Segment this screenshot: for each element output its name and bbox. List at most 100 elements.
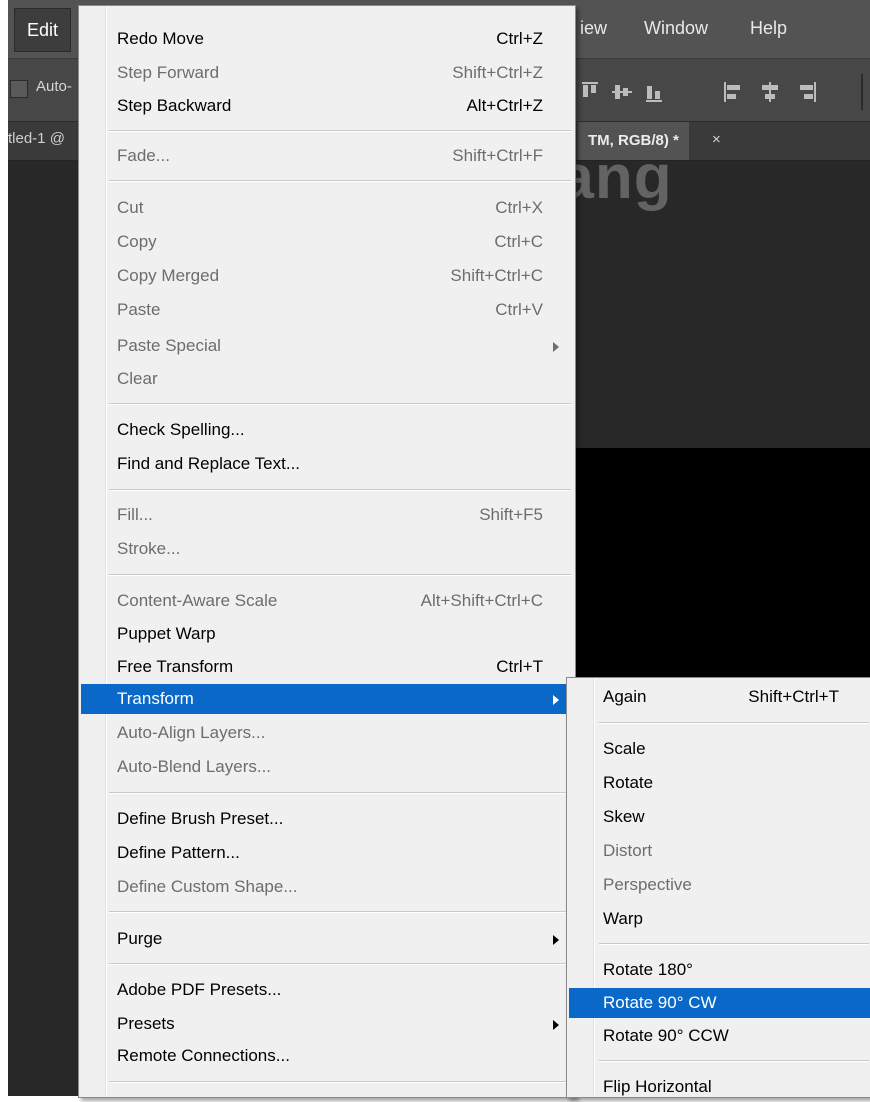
menu-item-warp[interactable]: Warp <box>569 904 869 934</box>
options-divider <box>861 74 863 110</box>
menu-item-shortcut: Alt+Shift+Ctrl+C <box>420 591 543 610</box>
menu-item-label: Remote Connections... <box>117 1046 290 1065</box>
menu-item-rotate-180[interactable]: Rotate 180° <box>569 955 869 985</box>
menu-item-rotate-90-cw[interactable]: Rotate 90° CW <box>569 988 870 1018</box>
menu-item-remote-connections[interactable]: Remote Connections... <box>81 1041 573 1071</box>
menu-item-label: Skew <box>603 807 645 826</box>
menu-item-label: Paste <box>117 300 161 319</box>
menu-item-scale[interactable]: Scale <box>569 734 869 764</box>
menu-item-shortcut: Shift+Ctrl+C <box>450 266 543 285</box>
align-vertical-center-icon[interactable] <box>612 82 632 102</box>
menu-item-label: Redo Move <box>117 29 204 48</box>
menu-item-purge[interactable]: Purge <box>81 924 573 954</box>
menu-item-pdf-presets[interactable]: Adobe PDF Presets... <box>81 975 573 1005</box>
menu-item-label: Copy Merged <box>117 266 220 285</box>
menu-item-label: Free Transform <box>117 657 234 676</box>
menu-separator <box>109 180 571 182</box>
menu-item-label: Perspective <box>603 875 692 894</box>
menu-item-shortcut: Alt+Ctrl+Z <box>466 96 543 115</box>
menu-item-label: Transform <box>117 689 194 708</box>
menu-item-clear[interactable]: Clear <box>81 364 573 394</box>
menu-item-shortcut: Ctrl+T <box>496 657 543 676</box>
menu-view[interactable]: iew <box>580 18 607 39</box>
menu-item-shortcut: Ctrl+V <box>495 300 543 319</box>
menu-separator <box>109 574 571 576</box>
menu-item-label: Find and Replace Text... <box>117 454 301 473</box>
menu-item-skew[interactable]: Skew <box>569 802 869 832</box>
menu-item-find-replace[interactable]: Find and Replace Text... <box>81 449 573 479</box>
menu-edit[interactable]: Edit <box>14 8 72 52</box>
menu-item-redo-move[interactable]: Redo Move Ctrl+Z <box>81 24 573 54</box>
menu-item-label: Check Spelling... <box>117 420 245 439</box>
menu-item-label: Purge <box>117 929 163 948</box>
menu-item-presets[interactable]: Presets <box>81 1009 573 1039</box>
menu-item-auto-blend[interactable]: Auto-Blend Layers... <box>81 752 573 782</box>
align-right-icon[interactable] <box>796 82 816 102</box>
menu-help[interactable]: Help <box>750 18 787 39</box>
menu-item-label: Define Pattern... <box>117 843 240 862</box>
align-top-icon[interactable] <box>580 82 600 102</box>
menu-item-paste-special[interactable]: Paste Special <box>81 331 573 361</box>
document-tab-untitled[interactable]: tled-1 @ <box>8 130 65 147</box>
menu-item-label: Paste Special <box>117 336 221 355</box>
menu-item-label: Presets <box>117 1014 175 1033</box>
menu-item-stroke[interactable]: Stroke... <box>81 534 573 564</box>
menu-item-label: Cut <box>117 198 144 217</box>
menu-item-free-transform[interactable]: Free Transform Ctrl+T <box>81 652 573 682</box>
submenu-arrow-icon <box>553 935 559 945</box>
menu-separator <box>599 1060 869 1062</box>
menu-item-label: Rotate 180° <box>603 960 693 979</box>
menu-item-perspective[interactable]: Perspective <box>569 870 869 900</box>
menu-item-fill[interactable]: Fill... Shift+F5 <box>81 500 573 530</box>
document-canvas[interactable] <box>568 448 870 698</box>
menu-item-check-spelling[interactable]: Check Spelling... <box>81 415 573 445</box>
edit-menu: Redo Move Ctrl+Z Step Forward Shift+Ctrl+Z… <box>78 5 576 1098</box>
document-tab-active[interactable]: TM, RGB/8) * <box>578 122 689 160</box>
menu-item-label: Warp <box>603 909 643 928</box>
align-horizontal-center-icon[interactable] <box>760 82 780 102</box>
menu-item-step-forward[interactable]: Step Forward Shift+Ctrl+Z <box>81 58 573 88</box>
menu-item-again[interactable]: Again Shift+Ctrl+T <box>569 682 869 712</box>
menu-item-shortcut: Shift+F5 <box>479 505 543 524</box>
menu-item-label: Define Brush Preset... <box>117 809 284 828</box>
menu-item-copy-merged[interactable]: Copy Merged Shift+Ctrl+C <box>81 261 573 291</box>
menu-item-label: Auto-Blend Layers... <box>117 757 272 776</box>
menu-item-define-pattern[interactable]: Define Pattern... <box>81 838 573 868</box>
menu-item-label: Again <box>603 687 647 706</box>
menu-window[interactable]: Window <box>644 18 708 39</box>
close-tab-icon[interactable]: × <box>712 131 721 148</box>
menu-item-auto-align[interactable]: Auto-Align Layers... <box>81 718 573 748</box>
menu-separator <box>109 403 571 405</box>
menu-item-flip-horizontal[interactable]: Flip Horizontal <box>569 1072 869 1102</box>
menu-item-copy[interactable]: Copy Ctrl+C <box>81 227 573 257</box>
menu-item-label: Define Custom Shape... <box>117 877 298 896</box>
menu-item-puppet-warp[interactable]: Puppet Warp <box>81 619 573 649</box>
menu-item-label: Rotate 90° CCW <box>603 1026 729 1045</box>
menu-item-define-brush[interactable]: Define Brush Preset... <box>81 804 573 834</box>
menu-item-rotate[interactable]: Rotate <box>569 768 869 798</box>
menu-item-label: Rotate <box>603 773 654 792</box>
align-left-icon[interactable] <box>724 82 744 102</box>
menu-item-fade[interactable]: Fade... Shift+Ctrl+F <box>81 141 573 171</box>
menu-item-label: Copy <box>117 232 157 251</box>
menu-separator <box>109 130 571 132</box>
submenu-arrow-icon <box>553 695 559 705</box>
auto-select-checkbox[interactable] <box>10 80 28 98</box>
menu-separator <box>109 963 571 965</box>
menu-item-shortcut: Shift+Ctrl+F <box>452 146 543 165</box>
menu-separator <box>109 1081 571 1083</box>
menu-item-paste[interactable]: Paste Ctrl+V <box>81 295 573 325</box>
menu-item-step-backward[interactable]: Step Backward Alt+Ctrl+Z <box>81 91 573 121</box>
menu-item-distort[interactable]: Distort <box>569 836 869 866</box>
menu-item-transform[interactable]: Transform <box>81 684 573 714</box>
menu-item-shortcut: Ctrl+X <box>495 198 543 217</box>
menu-item-label: Flip Horizontal <box>603 1077 712 1096</box>
menu-item-label: Auto-Align Layers... <box>117 723 266 742</box>
menu-item-label: Fade... <box>117 146 170 165</box>
menu-item-cut[interactable]: Cut Ctrl+X <box>81 193 573 223</box>
menu-item-label: Rotate 90° CW <box>603 993 717 1012</box>
menu-item-rotate-90-ccw[interactable]: Rotate 90° CCW <box>569 1021 869 1051</box>
menu-item-content-aware-scale[interactable]: Content-Aware Scale Alt+Shift+Ctrl+C <box>81 586 573 616</box>
align-bottom-icon[interactable] <box>644 82 664 102</box>
menu-item-define-shape[interactable]: Define Custom Shape... <box>81 872 573 902</box>
